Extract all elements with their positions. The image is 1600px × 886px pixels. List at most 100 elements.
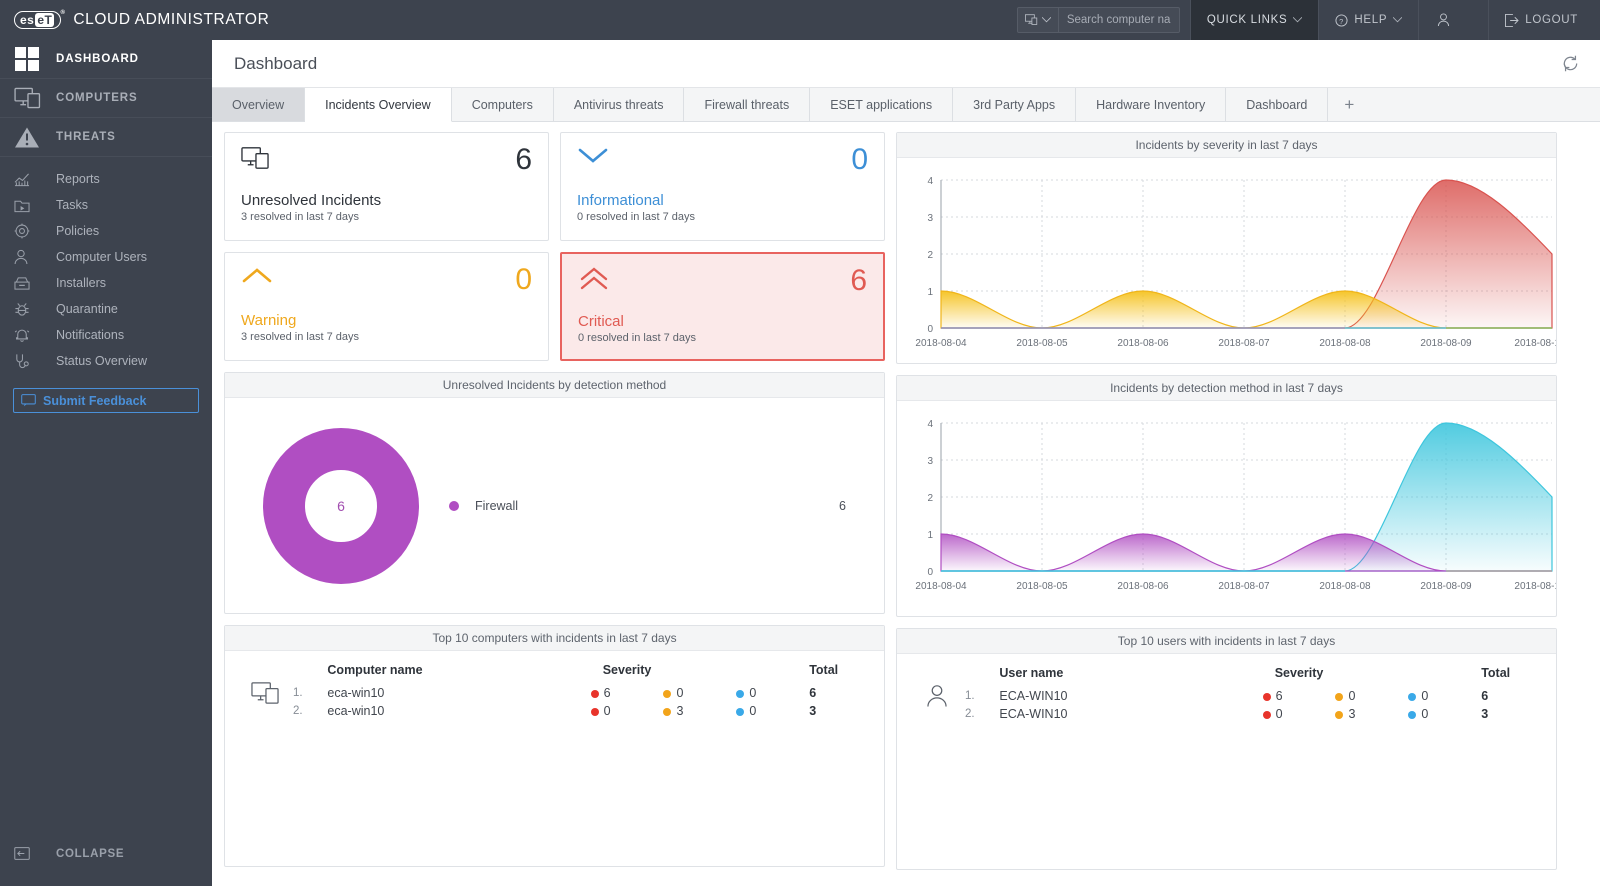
- search-input[interactable]: [1059, 14, 1179, 26]
- computers-table-body: 1. eca-win10 6 0 0 6 2.: [293, 684, 870, 720]
- sidebar-label-threats: THREATS: [56, 131, 116, 143]
- severity-chart-body[interactable]: 4 3 2 1 0 2018-08-04 2018-08-05 2018-08-…: [897, 158, 1556, 363]
- kpi-card-informational[interactable]: 0 Informational 0 resolved in last 7 day…: [560, 132, 885, 241]
- warning-value: 3: [676, 704, 683, 718]
- sidebar-item-quarantine[interactable]: Quarantine: [0, 296, 212, 322]
- kpi-label-informational: Informational: [577, 192, 868, 209]
- tab-computers[interactable]: Computers: [452, 88, 554, 121]
- panel-title-top-users: Top 10 users with incidents in last 7 da…: [897, 629, 1556, 654]
- table-row[interactable]: 1. eca-win10 6 0 0 6: [293, 684, 870, 702]
- x-tick-3: 2018-08-07: [1218, 338, 1270, 349]
- computer-users-person-icon: [14, 249, 56, 265]
- warning-dot-icon: [663, 708, 671, 716]
- warning-dot-icon: [1335, 711, 1343, 719]
- tab-eset-applications[interactable]: ESET applications: [810, 88, 953, 121]
- quick-links-label: QUICK LINKS: [1207, 14, 1288, 26]
- kpi-label-warning: Warning: [241, 312, 532, 329]
- warning-dot-icon: [663, 690, 671, 698]
- person-icon: [909, 666, 965, 723]
- double-chevron-up-icon: [578, 267, 610, 291]
- donut-chart[interactable]: 6: [233, 427, 449, 585]
- logout-button[interactable]: LOGOUT: [1488, 0, 1600, 40]
- search-box[interactable]: [1017, 7, 1180, 33]
- th-severity: Severity: [1263, 666, 1336, 687]
- th-total: Total: [1481, 666, 1542, 687]
- x-tick-4: 2018-08-08: [1319, 581, 1371, 592]
- sidebar-item-threats[interactable]: THREATS: [0, 118, 212, 157]
- sidebar-item-status-overview[interactable]: Status Overview: [0, 348, 212, 374]
- info-dot-icon: [736, 690, 744, 698]
- y-tick-1: 1: [927, 530, 933, 541]
- kpi-sub-warning: 3 resolved in last 7 days: [241, 331, 532, 343]
- kpi-card-warning[interactable]: 0 Warning 3 resolved in last 7 days: [224, 252, 549, 361]
- tab-incidents-overview[interactable]: Incidents Overview: [305, 88, 452, 122]
- row-index: 2.: [293, 702, 327, 720]
- info-value: 0: [1421, 707, 1428, 721]
- sidebar-item-dashboard[interactable]: DASHBOARD: [0, 40, 212, 79]
- table-row[interactable]: 1. ECA-WIN10 6 0 0 6: [965, 687, 1542, 705]
- row-user-name: ECA-WIN10: [999, 705, 1262, 723]
- panel-title-detection-chart: Incidents by detection method in last 7 …: [897, 376, 1556, 401]
- critical-value: 6: [604, 686, 611, 700]
- th-index: [293, 663, 327, 684]
- sidebar-item-tasks[interactable]: Tasks: [0, 192, 212, 218]
- sidebar-item-policies[interactable]: Policies: [0, 218, 212, 244]
- submit-feedback-button[interactable]: Submit Feedback: [13, 388, 199, 413]
- user-account-menu[interactable]: [1418, 0, 1488, 40]
- collapse-sidebar-button[interactable]: COLLAPSE: [0, 847, 212, 860]
- sidebar-item-computers[interactable]: COMPUTERS: [0, 79, 212, 118]
- kpi-top-row: 6: [241, 146, 532, 186]
- sidebar-label-reports: Reports: [56, 172, 100, 186]
- help-menu[interactable]: ? HELP: [1318, 0, 1418, 40]
- sidebar-item-installers[interactable]: Installers: [0, 270, 212, 296]
- info-value: 0: [1421, 689, 1428, 703]
- info-value: 0: [749, 686, 756, 700]
- warning-dot-icon: [1335, 693, 1343, 701]
- y-tick-3: 3: [927, 456, 933, 467]
- sidebar-label-quarantine: Quarantine: [56, 302, 118, 316]
- search-scope-selector[interactable]: [1018, 8, 1059, 32]
- th-severity-spacer-1: [663, 663, 736, 684]
- tab-3rd-party-apps[interactable]: 3rd Party Apps: [953, 88, 1076, 121]
- page-header: Dashboard: [212, 40, 1600, 88]
- threats-warning-icon: [14, 126, 56, 149]
- row-warning-count: 3: [663, 702, 736, 720]
- x-tick-1: 2018-08-05: [1016, 581, 1068, 592]
- quick-links-menu[interactable]: QUICK LINKS: [1190, 0, 1319, 40]
- help-label: HELP: [1354, 14, 1387, 26]
- x-tick-0: 2018-08-04: [915, 338, 967, 349]
- kpi-value-informational: 0: [851, 146, 868, 174]
- chevron-down-icon: [577, 146, 609, 166]
- refresh-button[interactable]: [1561, 54, 1580, 73]
- tab-overview[interactable]: Overview: [212, 88, 305, 121]
- sidebar-item-notifications[interactable]: Notifications: [0, 322, 212, 348]
- tab-hardware-inventory[interactable]: Hardware Inventory: [1076, 88, 1226, 121]
- th-total: Total: [809, 663, 870, 684]
- detection-chart-body[interactable]: 4 3 2 1 0 2018-08-04 2018-08-05 2018-08-…: [897, 401, 1556, 616]
- sidebar-item-computer-users[interactable]: Computer Users: [0, 244, 212, 270]
- app-title: CLOUD ADMINISTRATOR: [73, 11, 269, 29]
- users-table: User name Severity Total 1: [965, 666, 1542, 723]
- warning-value: 0: [676, 686, 683, 700]
- add-tab-button[interactable]: +: [1328, 88, 1370, 121]
- row-critical-count: 6: [591, 684, 664, 702]
- row-info-count: 0: [1408, 687, 1481, 705]
- table-row[interactable]: 2. eca-win10 0 3 0 3: [293, 702, 870, 720]
- tab-firewall-threats[interactable]: Firewall threats: [684, 88, 810, 121]
- sidebar-item-reports[interactable]: Reports: [0, 166, 212, 192]
- table-row[interactable]: 2. ECA-WIN10 0 3 0 3: [965, 705, 1542, 723]
- tab-antivirus-threats[interactable]: Antivirus threats: [554, 88, 685, 121]
- panel-incidents-by-severity: Incidents by severity in last 7 days: [896, 132, 1557, 364]
- monitor-icon: [237, 663, 293, 720]
- status-overview-icon: [14, 353, 56, 369]
- th-severity-spacer-2: [1408, 666, 1481, 687]
- row-total: 6: [1481, 687, 1542, 705]
- tab-dashboard[interactable]: Dashboard: [1226, 88, 1328, 121]
- kpi-card-unresolved-incidents[interactable]: 6 Unresolved Incidents 3 resolved in las…: [224, 132, 549, 241]
- x-tick-4: 2018-08-08: [1319, 338, 1371, 349]
- svg-text:?: ?: [1340, 16, 1345, 25]
- th-index: [965, 666, 999, 687]
- left-column: 6 Unresolved Incidents 3 resolved in las…: [224, 132, 885, 886]
- kpi-card-critical[interactable]: 6 Critical 0 resolved in last 7 days: [560, 252, 885, 361]
- info-dot-icon: [1408, 693, 1416, 701]
